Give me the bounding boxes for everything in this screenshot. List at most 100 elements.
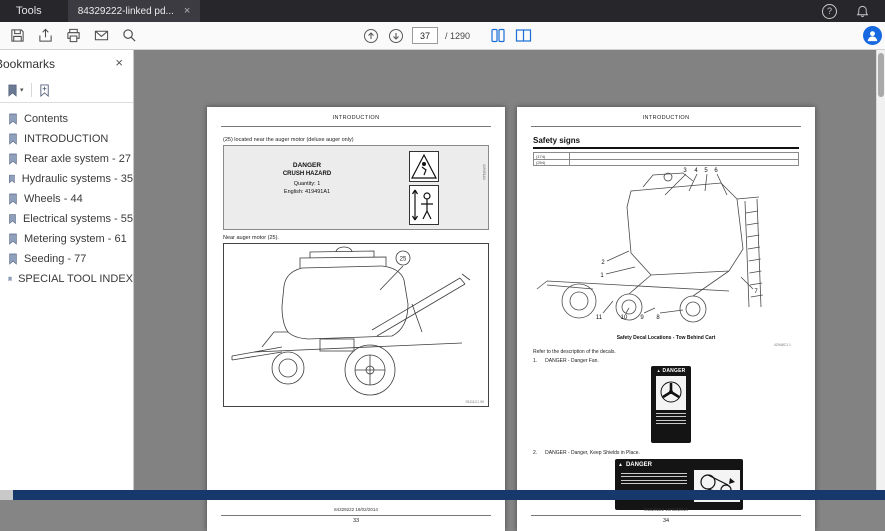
- warning-triangle-pictogram: [409, 151, 439, 182]
- decal-danger-label: DANGER: [232, 162, 382, 169]
- main-toolbar: 37 / 1290: [0, 22, 885, 50]
- bookmark-icon: [8, 213, 17, 225]
- bookmark-item-seeding[interactable]: Seeding - 77: [0, 249, 133, 269]
- callout-4: 4: [694, 168, 698, 174]
- section-title: Safety signs: [533, 136, 580, 145]
- bookmarks-list: Contents INTRODUCTION Rear axle system -…: [0, 103, 133, 289]
- footer-rule: [531, 515, 801, 516]
- bookmark-item-introduction[interactable]: INTRODUCTION: [0, 129, 133, 149]
- figure-reference: 42948C1 1: [774, 343, 791, 347]
- bookmark-icon: [8, 153, 18, 165]
- notifications-bell-icon[interactable]: [853, 2, 871, 20]
- footer-doc-id: 84329222 19/02/2014: [207, 507, 505, 512]
- decal-hazard-label: CRUSH HAZARD: [232, 171, 382, 177]
- bookmark-item-wheels[interactable]: Wheels - 44: [0, 189, 133, 209]
- tow-behind-cart-drawing: 3 4 5 6 2 1 7 11 10 9 8: [533, 161, 799, 331]
- bookmark-icon: [8, 133, 18, 145]
- tow-behind-cart-figure: 3 4 5 6 2 1 7 11 10 9 8: [533, 161, 799, 331]
- bookmark-icon: [8, 193, 18, 205]
- list-text: DANGER - Danger Fan.: [545, 358, 599, 364]
- decal-danger-label: DANGER: [663, 368, 686, 374]
- callout-11: 11: [596, 315, 603, 321]
- user-avatar[interactable]: [863, 26, 882, 45]
- danger-fan-decal: ▲ DANGER: [651, 366, 691, 443]
- tab-document[interactable]: 84329222-linked pd... ×: [68, 0, 201, 22]
- share-icon[interactable]: [36, 27, 54, 45]
- previous-page-icon[interactable]: [362, 27, 380, 45]
- decal-text-line: [656, 416, 686, 417]
- tab-close-icon[interactable]: ×: [184, 6, 190, 17]
- close-panel-icon[interactable]: ×: [115, 55, 123, 70]
- vertical-scrollbar[interactable]: [876, 50, 885, 490]
- callout-7: 7: [754, 289, 758, 295]
- bookmark-options-icon[interactable]: ▾: [4, 82, 27, 99]
- document-canvas: INTRODUCTION (25) located near the auger…: [135, 50, 876, 490]
- figure-caption: Safety Decal Locations - Tow Behind Cart: [517, 335, 815, 341]
- print-icon[interactable]: [64, 27, 82, 45]
- callout-8: 8: [656, 315, 660, 321]
- save-icon[interactable]: [8, 27, 26, 45]
- bookmarks-panel-title: Bookmarks: [0, 57, 55, 71]
- page-number: 34: [517, 518, 815, 524]
- warning-triangle-icon: ▲: [618, 462, 623, 468]
- tab-document-label: 84329222-linked pd...: [78, 6, 174, 17]
- fan-pictogram: [656, 376, 686, 410]
- callout-9: 9: [640, 315, 644, 321]
- continuous-scroll-view-icon[interactable]: [489, 27, 507, 45]
- next-page-icon[interactable]: [387, 27, 405, 45]
- page-count-label: / 1290: [445, 31, 470, 41]
- tab-tools[interactable]: Tools: [0, 0, 58, 22]
- decal-quantity: Quantity: 1: [232, 181, 382, 187]
- bookmark-item-contents[interactable]: Contents: [0, 109, 133, 129]
- decal-list-item-2: 2. DANGER - Danger, Keep Shields in Plac…: [533, 450, 640, 456]
- callout-1: 1: [600, 273, 604, 279]
- bookmark-item-hydraulic-systems[interactable]: Hydraulic systems - 35: [0, 169, 133, 189]
- taskbar-edge: [0, 490, 885, 500]
- bookmark-icon: [8, 113, 18, 125]
- callout-25: 25: [400, 257, 407, 263]
- taskbar-corner: [0, 490, 13, 500]
- expand-current-bookmark-icon[interactable]: [36, 82, 54, 99]
- search-icon[interactable]: [120, 27, 138, 45]
- callout-10: 10: [621, 315, 628, 321]
- pdf-page-34: INTRODUCTION Safety signs (174) (254): [517, 107, 815, 531]
- email-icon[interactable]: [92, 27, 110, 45]
- crush-hazard-pictogram: [409, 185, 439, 225]
- decal-info-box: DANGER CRUSH HAZARD Quantity: 1 English:…: [223, 145, 489, 230]
- decal-text-line: [656, 420, 686, 421]
- callout-6: 6: [714, 168, 718, 174]
- section-rule: [533, 147, 799, 149]
- air-cart-figure: 25 93111C1 99: [223, 243, 489, 407]
- decal-language: English: 419491A1: [232, 189, 382, 195]
- header-rule: [531, 126, 801, 127]
- help-icon[interactable]: ?: [822, 4, 837, 19]
- refer-text: Refer to the description of the decals.: [533, 349, 616, 355]
- page-header: INTRODUCTION: [517, 115, 815, 121]
- decal-part-number: 419491A1: [482, 164, 486, 180]
- page-number: 33: [207, 518, 505, 524]
- scrollbar-thumb[interactable]: [878, 53, 884, 97]
- bookmark-icon: [8, 173, 16, 185]
- decal-list-item-1: 1. DANGER - Danger Fan.: [533, 358, 599, 364]
- page-header: INTRODUCTION: [207, 115, 505, 121]
- two-page-view-icon[interactable]: [514, 27, 532, 45]
- bookmark-item-rear-axle-system[interactable]: Rear axle system - 27: [0, 149, 133, 169]
- footer-rule: [221, 515, 491, 516]
- bookmark-item-metering-system[interactable]: Metering system - 61: [0, 229, 133, 249]
- location-text: Near auger motor (25).: [223, 235, 279, 241]
- bookmarks-panel: Bookmarks × ▾ Contents INTRODUCTION Rear…: [0, 50, 134, 490]
- pdf-page-33: INTRODUCTION (25) located near the auger…: [207, 107, 505, 531]
- decal-text-line: [621, 473, 687, 474]
- list-text: DANGER - Danger, Keep Shields in Place.: [545, 450, 640, 456]
- page-number-input[interactable]: 37: [412, 27, 438, 44]
- footer-doc-id: 84329222 19/02/2014: [517, 507, 815, 512]
- list-number: 1.: [533, 358, 537, 364]
- bookmark-item-electrical-systems[interactable]: Electrical systems - 55: [0, 209, 133, 229]
- bookmark-item-special-tool-index[interactable]: SPECIAL TOOL INDEX: [0, 269, 133, 289]
- window-tab-bar: Tools 84329222-linked pd... × ?: [0, 0, 885, 22]
- bookmark-icon: [8, 253, 18, 265]
- warning-triangle-icon: ▲: [657, 369, 661, 373]
- toolbar-divider: [31, 83, 32, 97]
- bookmark-icon: [8, 233, 18, 245]
- decal-text-line: [621, 483, 687, 484]
